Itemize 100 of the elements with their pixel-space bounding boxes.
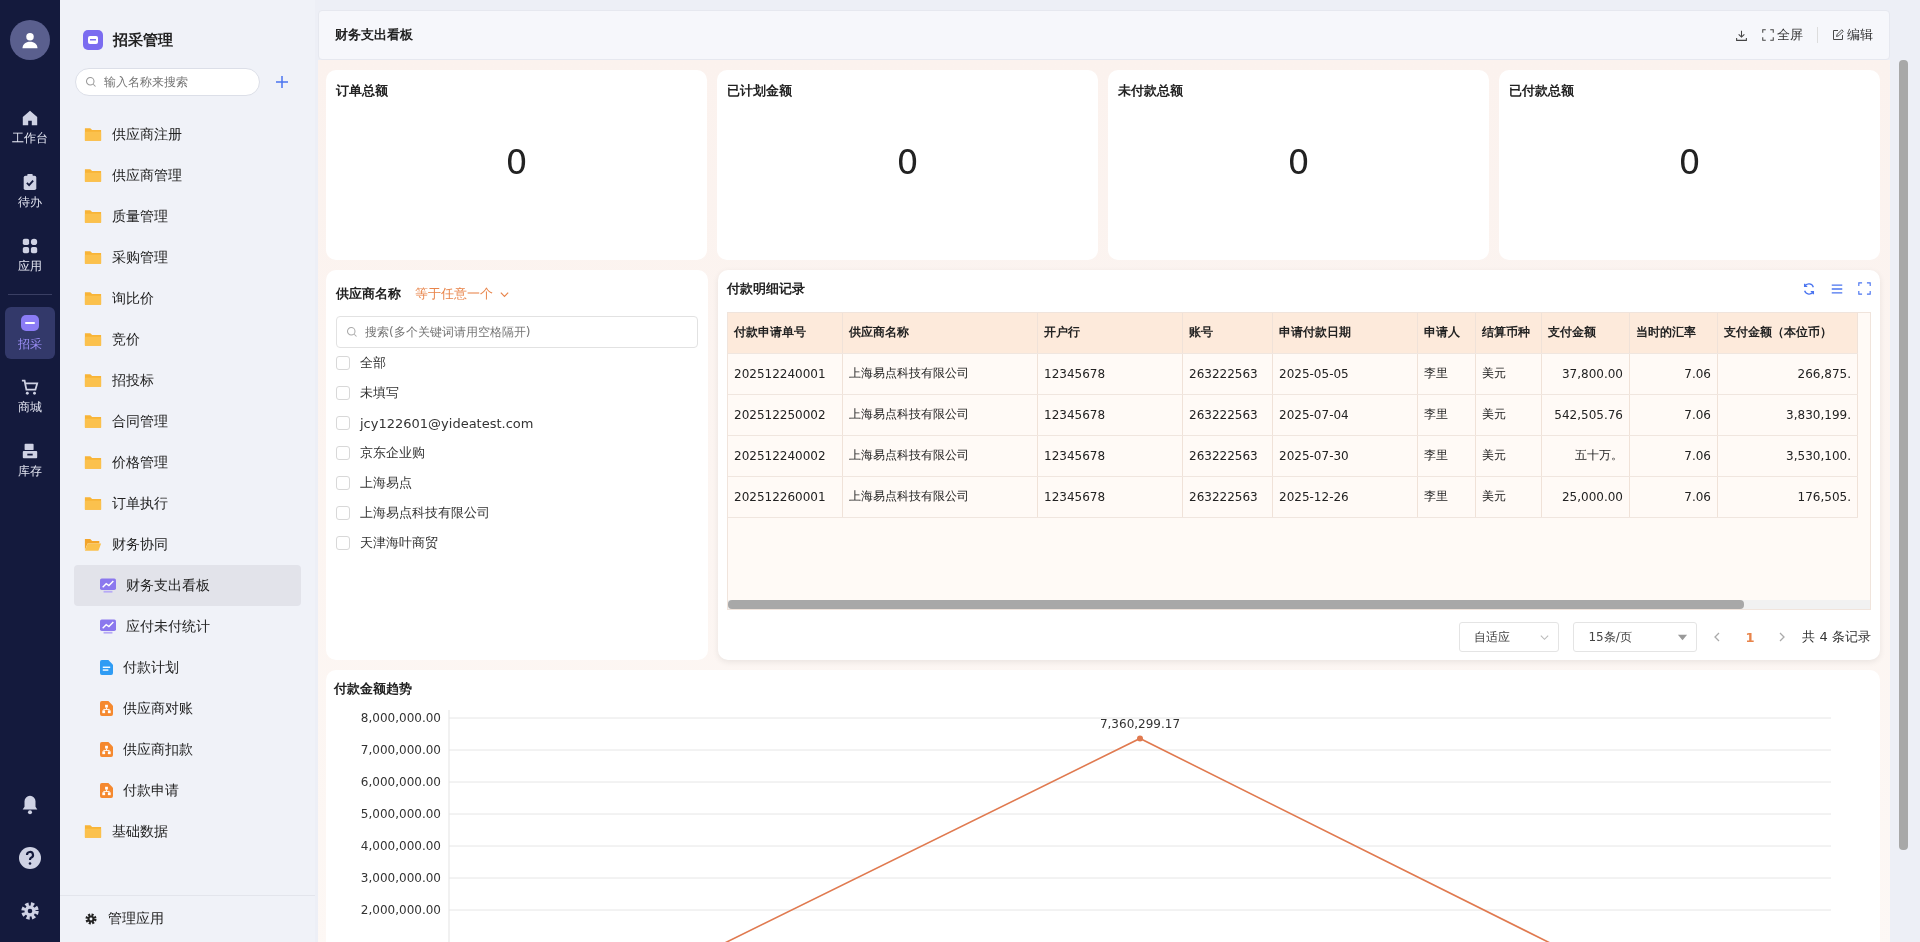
card-value: 0	[1678, 142, 1701, 182]
filter-label: 供应商名称	[336, 285, 401, 303]
download-icon	[1735, 28, 1748, 42]
column-header: 支付金额	[1542, 312, 1630, 353]
document-icon	[100, 660, 113, 675]
menu-icon[interactable]	[1830, 281, 1844, 296]
table-cell: 12345678	[1038, 394, 1183, 435]
column-header: 付款申请单号	[728, 312, 843, 353]
app-badge-icon	[20, 313, 40, 333]
search-icon	[346, 326, 358, 338]
column-header: 开户行	[1038, 312, 1183, 353]
table-cell: 2025-07-30	[1273, 435, 1418, 476]
nav-item[interactable]: 招采	[5, 307, 55, 359]
line-chart-icon	[100, 578, 116, 593]
option-label: 京东企业购	[360, 444, 425, 462]
option-label: 上海易点科技有限公司	[360, 504, 490, 522]
table-cell: 263222563	[1183, 394, 1273, 435]
checkbox[interactable]	[336, 476, 350, 490]
card-value: 0	[896, 142, 919, 182]
card-title: 已计划金额	[727, 82, 793, 100]
tree-folder-item[interactable]: 询比价	[74, 278, 301, 319]
settings-icon[interactable]	[19, 900, 41, 922]
folder-icon	[84, 455, 102, 470]
tree-page-item[interactable]: 应付未付统计	[74, 606, 301, 647]
tree-folder-item[interactable]: 供应商注册	[74, 114, 301, 155]
fullscreen-icon	[1762, 29, 1774, 41]
edit-icon	[1832, 29, 1844, 41]
help-icon[interactable]	[18, 846, 42, 870]
tree-folder-item[interactable]: 供应商管理	[74, 155, 301, 196]
vertical-scrollbar[interactable]	[1899, 60, 1908, 850]
checkbox[interactable]	[336, 506, 350, 520]
table-cell: 李里	[1418, 476, 1476, 517]
checkbox[interactable]	[336, 416, 350, 430]
column-header: 当时的汇率	[1630, 312, 1718, 353]
nav-item[interactable]: 库存	[5, 435, 55, 487]
search-field[interactable]: 输入名称来搜索	[75, 68, 260, 96]
tree-page-item[interactable]: 付款计划	[74, 647, 301, 688]
tree-folder-item[interactable]: 招投标	[74, 360, 301, 401]
tree-folder-item[interactable]: 基础数据	[74, 811, 301, 852]
tree-folder-item[interactable]: 采购管理	[74, 237, 301, 278]
cart-icon	[21, 378, 39, 396]
table-cell: 37,800.00	[1542, 353, 1630, 394]
checkbox[interactable]	[336, 446, 350, 460]
nav-item[interactable]: 待办	[5, 166, 55, 218]
table-cell: 202512240001	[728, 353, 843, 394]
folder-icon	[84, 250, 102, 265]
tree-page-item[interactable]: 付款申请	[74, 770, 301, 811]
option-label: 全部	[360, 354, 386, 372]
tree-page-item[interactable]: 供应商扣款	[74, 729, 301, 770]
folder-icon	[84, 291, 102, 306]
fit-dropdown[interactable]: 自适应	[1459, 622, 1560, 652]
table-cell: 12345678	[1038, 476, 1183, 517]
add-icon[interactable]	[274, 74, 290, 90]
card-value: 0	[505, 142, 528, 182]
table-cell: 7.06	[1630, 476, 1718, 517]
card-title: 订单总额	[336, 82, 389, 100]
download-button[interactable]	[1735, 28, 1748, 42]
table-cell: 李里	[1418, 353, 1476, 394]
home-icon	[21, 109, 39, 127]
table-cell: 202512260001	[728, 476, 843, 517]
table-cell: 263222563	[1183, 353, 1273, 394]
tree-page-item[interactable]: 供应商对账	[74, 688, 301, 729]
page-size-dropdown[interactable]: 15条/页	[1573, 622, 1698, 652]
tree-page-item[interactable]: 财务支出看板	[74, 565, 301, 606]
folder-icon	[84, 332, 102, 347]
nav-item[interactable]: 商城	[5, 371, 55, 423]
table-cell: 2025-12-26	[1273, 476, 1418, 517]
table-cell: 上海易点科技有限公司	[843, 353, 1038, 394]
table-cell: 7.06	[1630, 435, 1718, 476]
axis-tick-label: 2,000,000.00	[360, 903, 441, 917]
tree-folder-item[interactable]: 竞价	[74, 319, 301, 360]
nav-item[interactable]: 工作台	[5, 102, 55, 154]
tree-folder-item[interactable]: 质量管理	[74, 196, 301, 237]
hierarchy-doc-icon	[100, 701, 113, 716]
option-label: 天津海叶商贸	[360, 534, 438, 552]
fullscreen-icon[interactable]	[1858, 282, 1871, 296]
fullscreen-button[interactable]: 全屏	[1762, 26, 1803, 44]
user-avatar[interactable]	[10, 20, 50, 60]
folder-icon	[84, 127, 102, 142]
table-cell: 美元	[1476, 394, 1542, 435]
tree-folder-item[interactable]: 价格管理	[74, 442, 301, 483]
folder-icon	[84, 168, 102, 183]
tree-folder-item[interactable]: 合同管理	[74, 401, 301, 442]
axis-tick-label: 3,000,000.00	[360, 871, 441, 885]
nav-item[interactable]: 应用	[5, 230, 55, 282]
checkbox[interactable]	[336, 386, 350, 400]
tree-folder-item[interactable]: 财务协同	[74, 524, 301, 565]
column-header: 申请人	[1418, 312, 1476, 353]
edit-button[interactable]: 编辑	[1832, 26, 1873, 44]
search-field[interactable]: 搜索(多个关键词请用空格隔开)	[336, 316, 698, 348]
folder-icon	[84, 373, 102, 388]
app-title: 招采管理	[113, 30, 173, 50]
tree-folder-item[interactable]: 订单执行	[74, 483, 301, 524]
data-label: 7,360,299.17	[1099, 717, 1181, 732]
checkbox[interactable]	[336, 356, 350, 370]
table-cell: 12345678	[1038, 435, 1183, 476]
refresh-icon[interactable]	[1802, 281, 1816, 296]
horizontal-scrollbar[interactable]	[728, 600, 1870, 609]
checkbox[interactable]	[336, 536, 350, 550]
table-cell: 五十万。	[1542, 435, 1630, 476]
